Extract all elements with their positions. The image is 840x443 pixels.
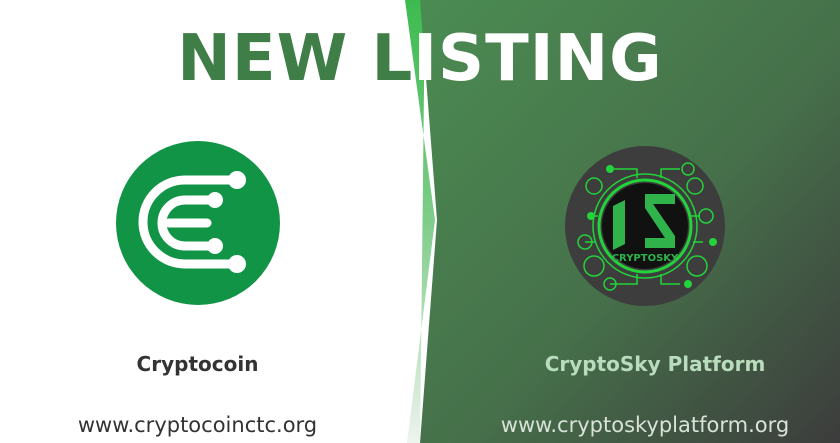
cryptosky-logo-text: CRYPTOSKY (612, 253, 679, 264)
cryptosky-url[interactable]: www.cryptoskyplatform.org (470, 413, 820, 437)
cryptocoin-name: Cryptocoin (136, 352, 259, 376)
cryptosky-logo: CRYPTOSKY (565, 146, 725, 306)
cryptosky-name: CryptoSky Platform (544, 352, 766, 376)
cryptocoin-url[interactable]: www.cryptocoinctc.org (30, 413, 365, 437)
cryptocoin-logo (116, 141, 280, 305)
